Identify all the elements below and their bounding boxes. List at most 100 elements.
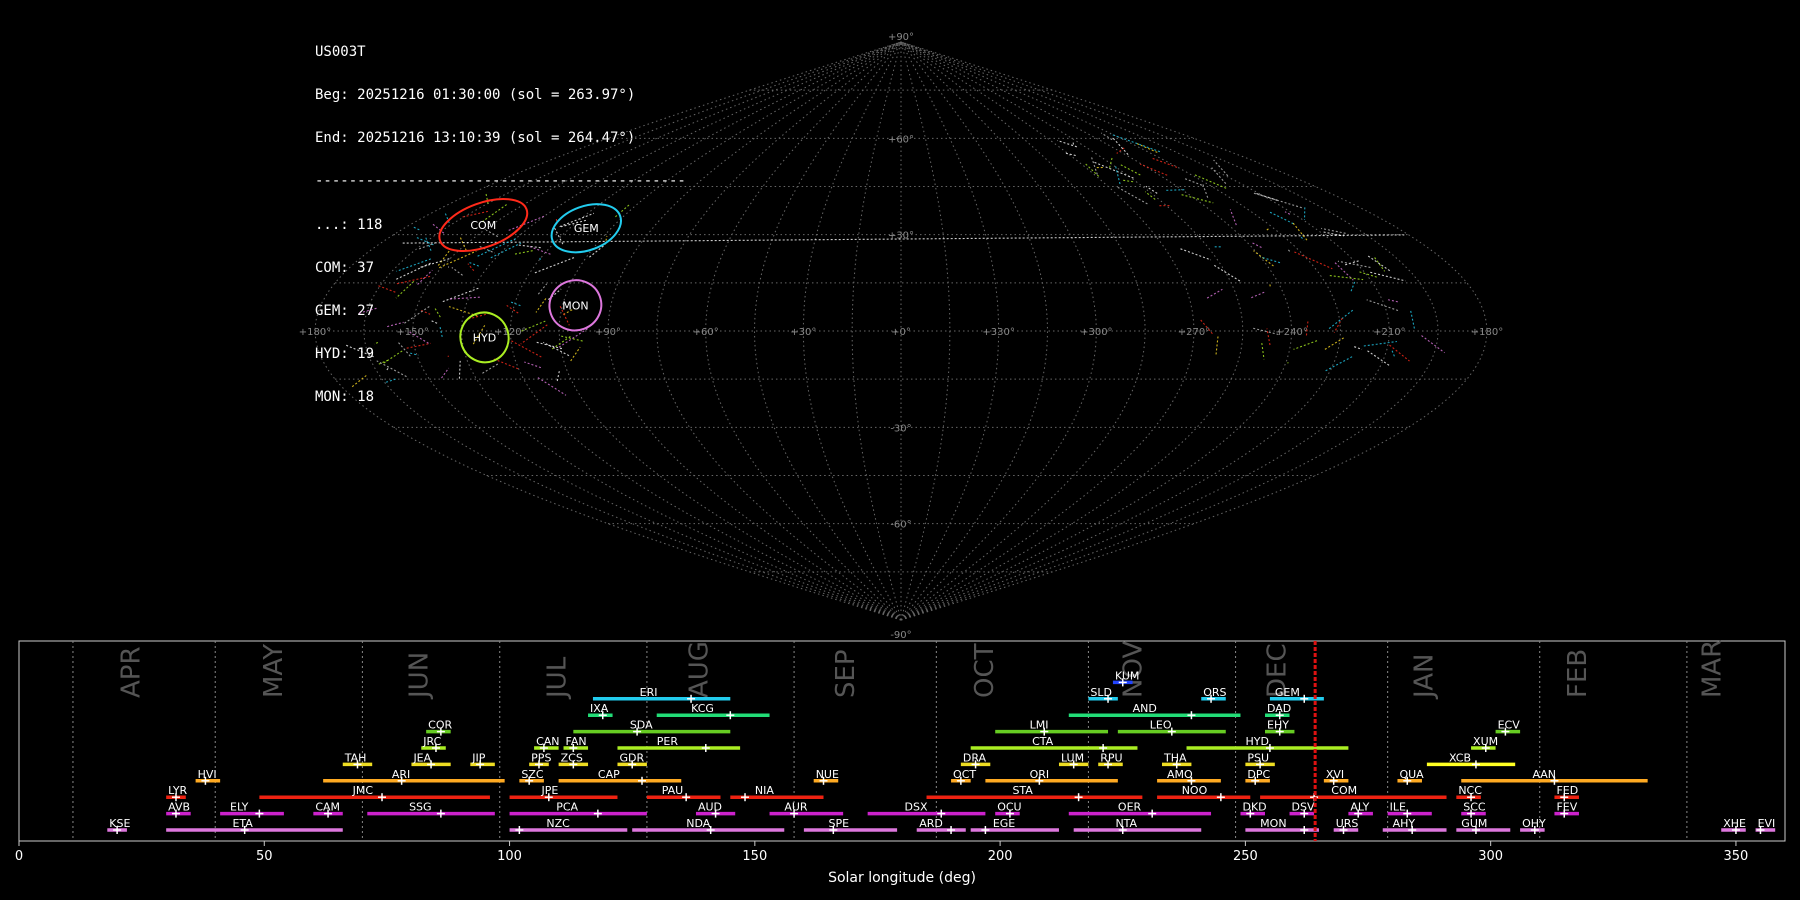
month-label: JAN	[1409, 654, 1439, 700]
shower-label: JPE	[541, 784, 559, 797]
shower-label: THA	[1163, 751, 1187, 764]
shower-label: SLD	[1090, 686, 1112, 699]
month-label: SEP	[831, 649, 861, 698]
shower-label: DKD	[1242, 801, 1266, 814]
shower-label: ECV	[1498, 719, 1521, 732]
shower-label: JRC	[422, 735, 441, 748]
shower-label: ERI	[640, 686, 658, 699]
month-label: AUG	[685, 641, 715, 698]
shower-label: CAN	[536, 735, 559, 748]
shower-label: ILE	[1390, 801, 1406, 814]
shower-label: ZCS	[561, 751, 583, 764]
shower-label: EGE	[993, 817, 1015, 830]
shower-label: SPE	[828, 817, 849, 830]
shower-label: SCC	[1463, 801, 1486, 814]
shower-label: XUM	[1473, 735, 1498, 748]
shower-label: CAP	[598, 768, 620, 781]
shower-label: EHY	[1267, 719, 1289, 732]
shower-label: ALY	[1350, 801, 1369, 814]
month-label: APR	[117, 646, 147, 698]
month-label: FEB	[1563, 649, 1593, 698]
shower-label: COR	[428, 719, 452, 732]
shower-label: NTA	[1115, 817, 1137, 830]
shower-label: PER	[657, 735, 679, 748]
shower-label: ARI	[392, 768, 410, 781]
shower-label: IXA	[590, 702, 609, 715]
x-tick-label: 250	[1233, 849, 1258, 864]
x-tick-label: 350	[1724, 849, 1749, 864]
shower-label: URS	[1336, 817, 1359, 830]
shower-label: STA	[1012, 784, 1033, 797]
shower-label: NOO	[1182, 784, 1208, 797]
shower-label: GUM	[1461, 817, 1487, 830]
shower-label: COM	[1331, 784, 1357, 797]
shower-label: DPC	[1247, 768, 1270, 781]
shower-label: KCG	[691, 702, 714, 715]
shower-label: PSU	[1247, 751, 1269, 764]
x-tick-label: 200	[988, 849, 1013, 864]
x-tick-label: 300	[1478, 849, 1503, 864]
shower-label: NDA	[686, 817, 711, 830]
shower-label: EVI	[1758, 817, 1776, 830]
x-tick-label: 50	[256, 849, 273, 864]
shower-label: AHY	[1393, 817, 1416, 830]
shower-label: OCT	[953, 768, 976, 781]
shower-label: NUE	[816, 768, 839, 781]
shower-label: FED	[1556, 784, 1578, 797]
shower-label: JEA	[412, 751, 431, 764]
shower-label: LUM	[1061, 751, 1084, 764]
shower-label: AUR	[784, 801, 808, 814]
month-label: JUL	[542, 656, 572, 700]
x-tick-label: 150	[742, 849, 767, 864]
shower-label: AMO	[1167, 768, 1193, 781]
x-axis-label: Solar longitude (deg)	[828, 870, 976, 886]
x-tick-label: 0	[15, 849, 23, 864]
shower-label: FAN	[566, 735, 587, 748]
shower-label: OCU	[997, 801, 1021, 814]
shower-label: SDA	[630, 719, 653, 732]
shower-label: OHY	[1522, 817, 1546, 830]
shower-label: CTA	[1032, 735, 1054, 748]
shower-label: SSG	[409, 801, 432, 814]
shower-label: MON	[1260, 817, 1286, 830]
shower-label: DSX	[905, 801, 928, 814]
shower-label: QUA	[1399, 768, 1424, 781]
shower-label: TAH	[344, 751, 367, 764]
shower-label: LMI	[1030, 719, 1049, 732]
shower-label: PCA	[556, 801, 578, 814]
shower-label: OER	[1118, 801, 1142, 814]
shower-label: ETA	[232, 817, 253, 830]
shower-label: NIA	[755, 784, 774, 797]
shower-label: GEM	[1275, 686, 1300, 699]
shower-label: PPS	[531, 751, 551, 764]
shower-label: AUD	[698, 801, 722, 814]
month-label: MAY	[259, 644, 289, 698]
shower-label: CAM	[315, 801, 340, 814]
shower-label: NCC	[1458, 784, 1482, 797]
month-label: JUN	[405, 652, 435, 700]
month-label: MAR	[1698, 640, 1728, 698]
shower-label: KUM	[1115, 669, 1139, 682]
shower-label: LYR	[168, 784, 187, 797]
shower-label: JMC	[352, 784, 374, 797]
shower-label: XHE	[1723, 817, 1746, 830]
shower-label: GDR	[619, 751, 644, 764]
shower-label: AVB	[168, 801, 190, 814]
shower-label: DAD	[1267, 702, 1291, 715]
x-tick-label: 100	[497, 849, 522, 864]
shower-label: KSE	[109, 817, 130, 830]
shower-label: FEV	[1556, 801, 1577, 814]
shower-label: ARD	[919, 817, 943, 830]
month-label: OCT	[970, 643, 1000, 698]
shower-label: XCB	[1449, 751, 1471, 764]
shower-label: DRA	[963, 751, 987, 764]
shower-label: HYD	[1245, 735, 1268, 748]
shower-label: SZC	[521, 768, 544, 781]
shower-label: ELY	[230, 801, 249, 814]
shower-label: XVI	[1326, 768, 1344, 781]
shower-label: LEO	[1150, 719, 1172, 732]
shower-label: HVI	[198, 768, 217, 781]
shower-label: RPU	[1100, 751, 1122, 764]
shower-label: AND	[1133, 702, 1157, 715]
shower-timeline: APR MAY JUN JUL AUG SEP OCT NOV DEC JAN FEB MARKUME…	[15, 640, 1786, 886]
